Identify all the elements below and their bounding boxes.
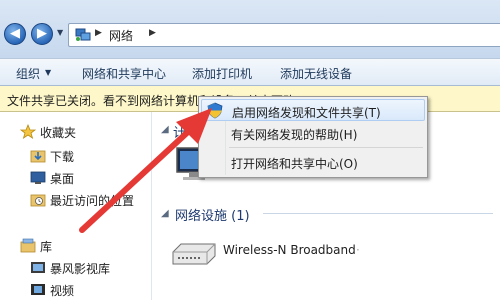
add-wireless-device-button[interactable]: 添加无线设备	[280, 65, 352, 82]
menu-separator	[229, 147, 423, 148]
video-library-icon	[31, 262, 45, 273]
device-label-router[interactable]: Wireless-N Broadband	[223, 243, 356, 257]
sidebar-item-recent[interactable]: 最近访问的位置	[0, 190, 152, 210]
router-icon[interactable]	[171, 240, 217, 266]
sidebar-item-label: 桌面	[50, 172, 75, 186]
recent-places-icon	[30, 194, 46, 207]
group-header-computer[interactable]: 计	[173, 122, 186, 141]
device-label-overflow: ·	[356, 243, 360, 257]
back-button[interactable]: ◀	[4, 23, 26, 45]
desktop-icon	[30, 171, 46, 184]
sidebar-item-label: 下载	[50, 150, 75, 164]
chevron-down-icon[interactable]: ▼	[45, 68, 51, 77]
menu-item-enable-discovery[interactable]: 启用网络发现和文件共享(T)	[201, 99, 425, 121]
menu-item-label: 启用网络发现和文件共享(T)	[232, 106, 381, 120]
breadcrumb-separator-icon[interactable]: ▶	[95, 28, 102, 38]
sidebar-item-storm-video[interactable]: 暴风影视库	[0, 258, 152, 278]
forward-arrow-icon: ▶	[37, 26, 47, 41]
sidebar-item-favorites[interactable]: 收藏夹	[0, 122, 152, 142]
recent-pages-dropdown-icon[interactable]: ▼	[57, 28, 63, 37]
menu-item-label: 打开网络和共享中心(O)	[231, 157, 358, 171]
address-input[interactable]: ▶ 网络 ▶	[68, 23, 500, 47]
sidebar-item-libraries[interactable]: 库	[0, 236, 152, 256]
back-arrow-icon: ◀	[10, 26, 20, 41]
sidebar-item-downloads[interactable]: 下载	[0, 146, 152, 166]
navigation-pane: 收藏夹 下载 桌面 最近访问的位置 库 暴风影视库 视频	[0, 112, 152, 300]
collapse-arrow-icon[interactable]: ◢	[161, 208, 169, 219]
group-divider	[263, 213, 493, 214]
breadcrumb-network[interactable]: 网络	[109, 27, 133, 44]
network-icon	[75, 28, 91, 41]
address-bar-area: ◀ ▶ ▼ ▶ 网络 ▶	[0, 0, 500, 58]
film-icon	[31, 284, 45, 295]
breadcrumb-separator-icon[interactable]: ▶	[149, 28, 156, 38]
library-icon	[20, 238, 36, 253]
context-menu: 启用网络发现和文件共享(T) 有关网络发现的帮助(H) 打开网络和共享中心(O)	[198, 96, 428, 178]
sidebar-item-videos[interactable]: 视频	[0, 280, 152, 300]
organize-button[interactable]: 组织	[16, 65, 40, 82]
menu-item-open-sharing-center[interactable]: 打开网络和共享中心(O)	[201, 151, 425, 173]
sidebar-item-label: 视频	[50, 284, 75, 298]
download-folder-icon	[30, 150, 46, 163]
command-toolbar: 组织 ▼ 网络和共享中心 添加打印机 添加无线设备	[0, 58, 500, 86]
group-header-network-infrastructure[interactable]: 网络设施 (1)	[175, 205, 250, 224]
sidebar-item-label: 收藏夹	[40, 126, 77, 140]
star-icon	[20, 124, 36, 139]
forward-button[interactable]: ▶	[31, 23, 53, 45]
shield-icon	[207, 102, 223, 119]
menu-item-label: 有关网络发现的帮助(H)	[231, 128, 358, 142]
add-printer-button[interactable]: 添加打印机	[192, 65, 252, 82]
network-sharing-center-button[interactable]: 网络和共享中心	[82, 65, 166, 82]
sidebar-item-label: 最近访问的位置	[50, 194, 135, 208]
sidebar-item-desktop[interactable]: 桌面	[0, 168, 152, 188]
menu-item-discovery-help[interactable]: 有关网络发现的帮助(H)	[201, 122, 425, 144]
sidebar-item-label: 库	[40, 240, 53, 254]
collapse-arrow-icon[interactable]: ◢	[161, 124, 169, 135]
sidebar-item-label: 暴风影视库	[50, 262, 111, 276]
